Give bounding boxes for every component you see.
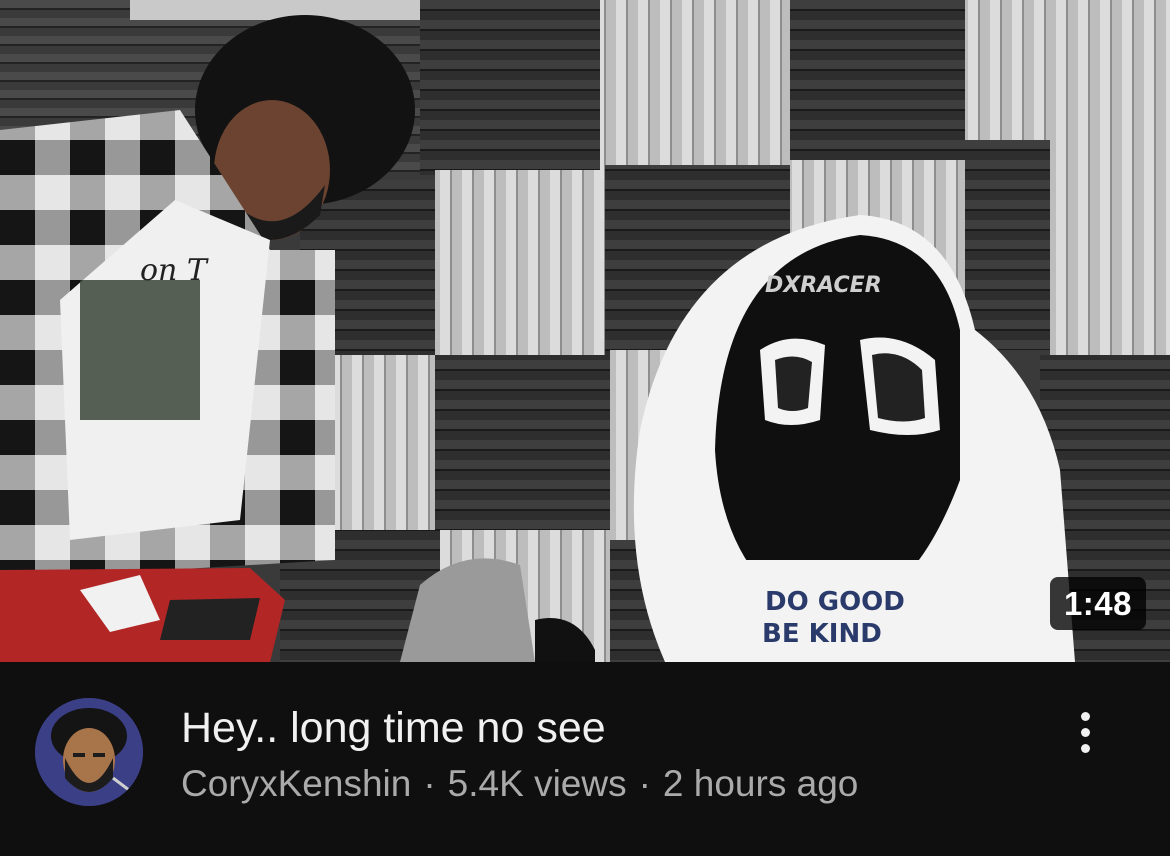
separator: · [423,763,436,804]
chair-text-line2: BE KIND [762,619,882,649]
thumbnail-image: on T DXRACER DO GOOD BE KIND [0,0,1170,662]
chair-text-line1: DO GOOD [765,587,905,617]
more-options-button[interactable] [1060,702,1110,762]
video-thumbnail[interactable]: on T DXRACER DO GOOD BE KIND 1:48 [0,0,1170,662]
duration-badge: 1:48 [1049,577,1146,630]
separator: · [638,763,651,804]
more-vert-icon [1080,711,1090,721]
video-subline: CoryxKenshin · 5.4K views · 2 hours ago [181,762,858,806]
view-count: 5.4K views [447,763,627,804]
shirt-text: on T [140,253,209,288]
video-card[interactable]: on T DXRACER DO GOOD BE KIND 1:48 Hey.. … [0,0,1170,856]
channel-name[interactable]: CoryxKenshin [181,763,411,804]
more-vert-icon-dot [1080,743,1090,753]
upload-age: 2 hours ago [662,763,859,804]
video-meta: Hey.. long time no see CoryxKenshin · 5.4K… [0,662,1170,856]
video-title[interactable]: Hey.. long time no see [181,702,606,754]
avatar-icon [35,698,143,806]
channel-avatar[interactable] [35,698,143,806]
chair-brand: DXRACER [765,273,882,298]
more-vert-icon-dot [1080,727,1090,737]
